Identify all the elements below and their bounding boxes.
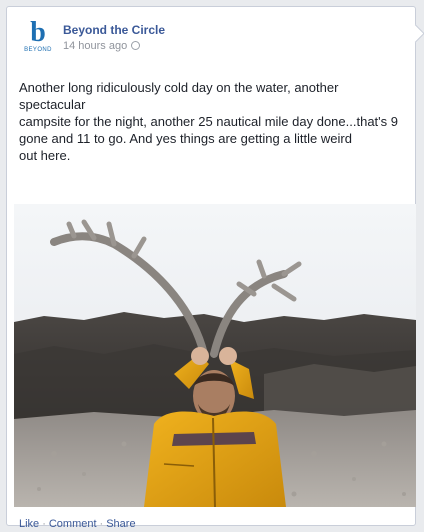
action-separator: · bbox=[99, 518, 104, 530]
comment-link[interactable]: Comment bbox=[49, 518, 97, 530]
post-text-line: Another long ridiculously cold day on th… bbox=[19, 80, 339, 95]
post-timestamp[interactable]: 14 hours ago bbox=[63, 40, 127, 52]
post-actions: Like · Comment · Share bbox=[19, 518, 136, 530]
page-avatar[interactable]: b BEYOND bbox=[21, 17, 55, 55]
card-caret bbox=[406, 24, 424, 43]
avatar-logo-caption: BEYOND bbox=[24, 47, 52, 53]
action-separator: · bbox=[42, 518, 46, 530]
post-text-line: spectacular bbox=[19, 97, 86, 112]
post-photo[interactable] bbox=[14, 204, 416, 507]
avatar-logo-letter: b bbox=[30, 17, 46, 48]
page-name-link[interactable]: Beyond the Circle bbox=[63, 23, 165, 37]
share-link[interactable]: Share bbox=[106, 518, 135, 530]
post-text-line: out here. bbox=[19, 148, 71, 163]
post-meta: 14 hours ago bbox=[63, 40, 141, 52]
like-link[interactable]: Like bbox=[19, 518, 39, 530]
post-text-line: gone and 11 to go. And yes things are ge… bbox=[19, 131, 352, 146]
post-card: b BEYOND Beyond the Circle 14 hours ago … bbox=[6, 6, 424, 530]
photo-person-with-antlers bbox=[14, 204, 416, 507]
post-text: Another long ridiculously cold day on th… bbox=[19, 79, 407, 164]
globe-icon bbox=[131, 41, 141, 50]
post-text-line: campsite for the night, another 25 nauti… bbox=[19, 114, 398, 129]
